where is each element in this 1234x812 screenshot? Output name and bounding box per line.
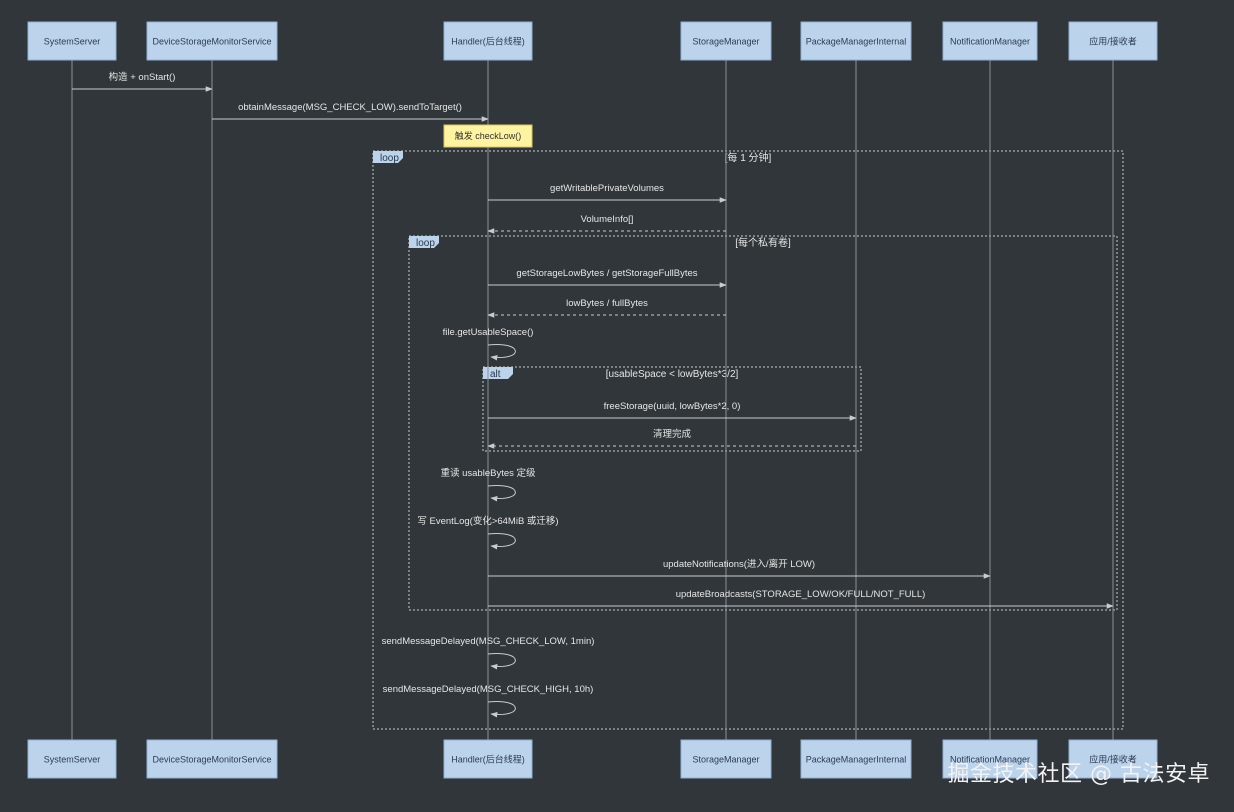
participant-pmi-bottom: PackageManagerInternal: [800, 739, 912, 779]
message-label: freeStorage(uuid, lowBytes*2, 0): [604, 401, 741, 412]
self-message-arrow: [487, 484, 516, 502]
message-label: file.getUsableSpace(): [443, 327, 534, 338]
participant-nm-top: NotificationManager: [942, 21, 1038, 61]
message-label: sendMessageDelayed(MSG_CHECK_LOW, 1min): [382, 636, 595, 647]
participant-handler-bottom: Handler(后台线程): [443, 739, 533, 779]
message-12: updateNotifications(进入/离开 LOW): [488, 558, 991, 579]
self-message-arrow: [487, 343, 516, 361]
participant-dsms-bottom: DeviceStorageMonitorService: [146, 739, 278, 779]
participant-pmi-top: PackageManagerInternal: [800, 21, 912, 61]
message-8: freeStorage(uuid, lowBytes*2, 0): [488, 401, 857, 421]
participant-app-top: 应用/接收者: [1068, 21, 1158, 61]
fragment-frame: [408, 235, 1118, 611]
message-label: updateNotifications(进入/离开 LOW): [663, 558, 815, 570]
participant-sm-bottom: StorageManager: [680, 739, 772, 779]
participant-sys-top: SystemServer: [27, 21, 117, 61]
message-label: getStorageLowBytes / getStorageFullBytes: [516, 268, 697, 279]
message-1: 构造 + onStart(): [72, 71, 213, 92]
participant-sm-top: StorageManager: [680, 21, 772, 61]
participant-label: DeviceStorageMonitorService: [152, 37, 271, 47]
participant-handler-top: Handler(后台线程): [443, 21, 533, 61]
fragment-condition: [每个私有卷]: [735, 236, 791, 249]
participant-label: 应用/接收者: [1089, 36, 1137, 47]
message-label: 清理完成: [653, 428, 692, 440]
message-label: 构造 + onStart(): [109, 71, 176, 83]
message-label: VolumeInfo[]: [581, 214, 634, 225]
note: 触发 checkLow(): [443, 124, 533, 148]
fragment-condition: [每 1 分钟]: [725, 151, 772, 164]
message-3: getWritablePrivateVolumes: [488, 183, 727, 203]
message-5: getStorageLowBytes / getStorageFullBytes: [488, 268, 727, 288]
message-label: getWritablePrivateVolumes: [550, 183, 664, 194]
message-6: lowBytes / fullBytes: [487, 298, 726, 318]
message-label: 重读 usableBytes 定级: [440, 467, 536, 479]
participant-sys-bottom: SystemServer: [27, 739, 117, 779]
participant-label: StorageManager: [692, 37, 759, 47]
participant-label: SystemServer: [44, 37, 101, 47]
participant-label: PackageManagerInternal: [806, 755, 907, 765]
participant-label: Handler(后台线程): [451, 36, 525, 47]
self-message-arrow: [487, 700, 516, 718]
participant-label: DeviceStorageMonitorService: [152, 755, 271, 765]
message-label: updateBroadcasts(STORAGE_LOW/OK/FULL/NOT…: [676, 589, 926, 600]
fragment-loop: loop [每个私有卷]: [408, 235, 1118, 611]
fragment-kind-label: loop: [416, 238, 435, 249]
message-label: sendMessageDelayed(MSG_CHECK_HIGH, 10h): [383, 684, 594, 695]
sequence-diagram: loop [每 1 分钟] loop [每个私有卷] alt [usableSpace <…: [27, 21, 1158, 779]
message-label: lowBytes / fullBytes: [566, 298, 648, 309]
participant-label: StorageManager: [692, 755, 759, 765]
fragment-kind-label: loop: [380, 153, 399, 164]
fragment-kind-label: alt: [490, 369, 501, 380]
participant-dsms-top: DeviceStorageMonitorService: [146, 21, 278, 61]
message-2: obtainMessage(MSG_CHECK_LOW).sendToTarge…: [212, 102, 489, 122]
self-message-arrow: [487, 532, 516, 550]
participant-label: SystemServer: [44, 755, 101, 765]
watermark-text: 掘金技术社区 @ 古法安卓: [947, 762, 1210, 787]
participant-label: PackageManagerInternal: [806, 37, 907, 47]
note-label: 触发 checkLow(): [455, 130, 522, 141]
fragment-condition: [usableSpace < lowBytes*3/2]: [606, 369, 739, 380]
message-label: obtainMessage(MSG_CHECK_LOW).sendToTarge…: [238, 102, 462, 113]
message-13: updateBroadcasts(STORAGE_LOW/OK/FULL/NOT…: [488, 589, 1114, 609]
message-9: 清理完成: [487, 428, 856, 449]
participant-label: NotificationManager: [950, 37, 1030, 47]
self-message-arrow: [487, 652, 516, 670]
participant-label: Handler(后台线程): [451, 754, 525, 765]
message-4: VolumeInfo[]: [487, 214, 726, 234]
message-label: 写 EventLog(变化>64MiB 或迁移): [417, 515, 558, 527]
